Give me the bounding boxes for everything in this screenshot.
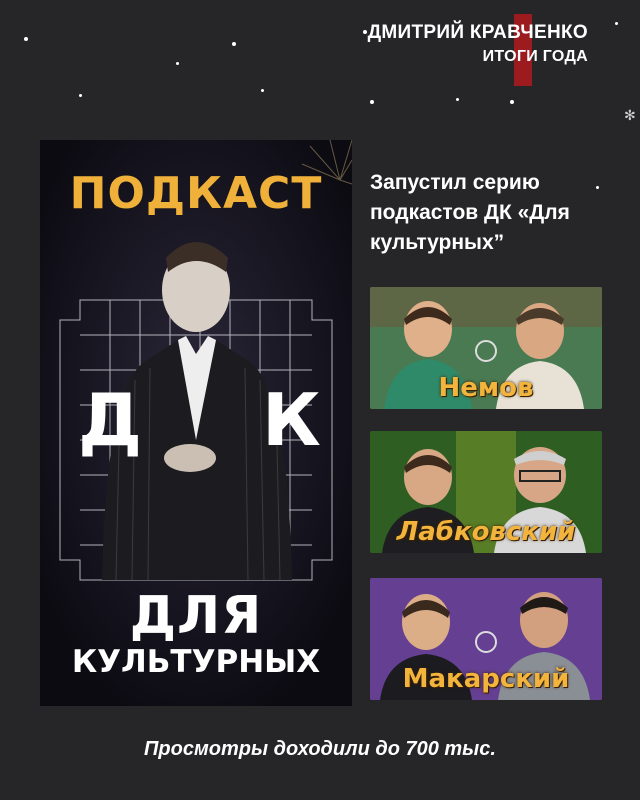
star-decoration [363,30,367,34]
episode-thumbnail[interactable]: Немов [370,287,602,409]
header-title: ДМИТРИЙ КРАВЧЕНКО [367,22,588,43]
episode-thumbnail[interactable]: Макарский [370,578,602,700]
poster-letter-right: К [262,378,321,462]
star-decoration [456,98,459,101]
episode-guest-name: Макарский [402,664,570,694]
poster-letter-left: Д [78,378,143,462]
star-decoration [261,89,264,92]
star-decoration [615,22,618,25]
star-decoration [176,62,179,65]
star-decoration [510,100,514,104]
episode-guest-name: Немов [438,373,534,403]
star-decoration [24,37,28,41]
poster-title-mid: ДЛЯ [129,586,263,646]
star-decoration [232,42,236,46]
views-caption: Просмотры доходили до 700 тыс. [144,738,496,760]
header-subtitle: ИТОГИ ГОДА [482,48,588,65]
poster-title-bottom: КУЛЬТУРНЫХ [71,644,321,680]
star-decoration [79,94,82,97]
description-text: Запустил серию подкастов ДК «Для культур… [370,171,570,254]
podcast-poster: ПОДКАСТ Д К ДЛЯ КУЛЬТУРНЫХ [40,140,352,706]
episode-guest-name: Лабковский [396,517,576,547]
star-decoration [370,100,374,104]
episode-thumbnail[interactable]: Лабковский [370,431,602,553]
snowflake-icon: ✻ [624,108,636,124]
poster-title-top: ПОДКАСТ [69,168,323,219]
